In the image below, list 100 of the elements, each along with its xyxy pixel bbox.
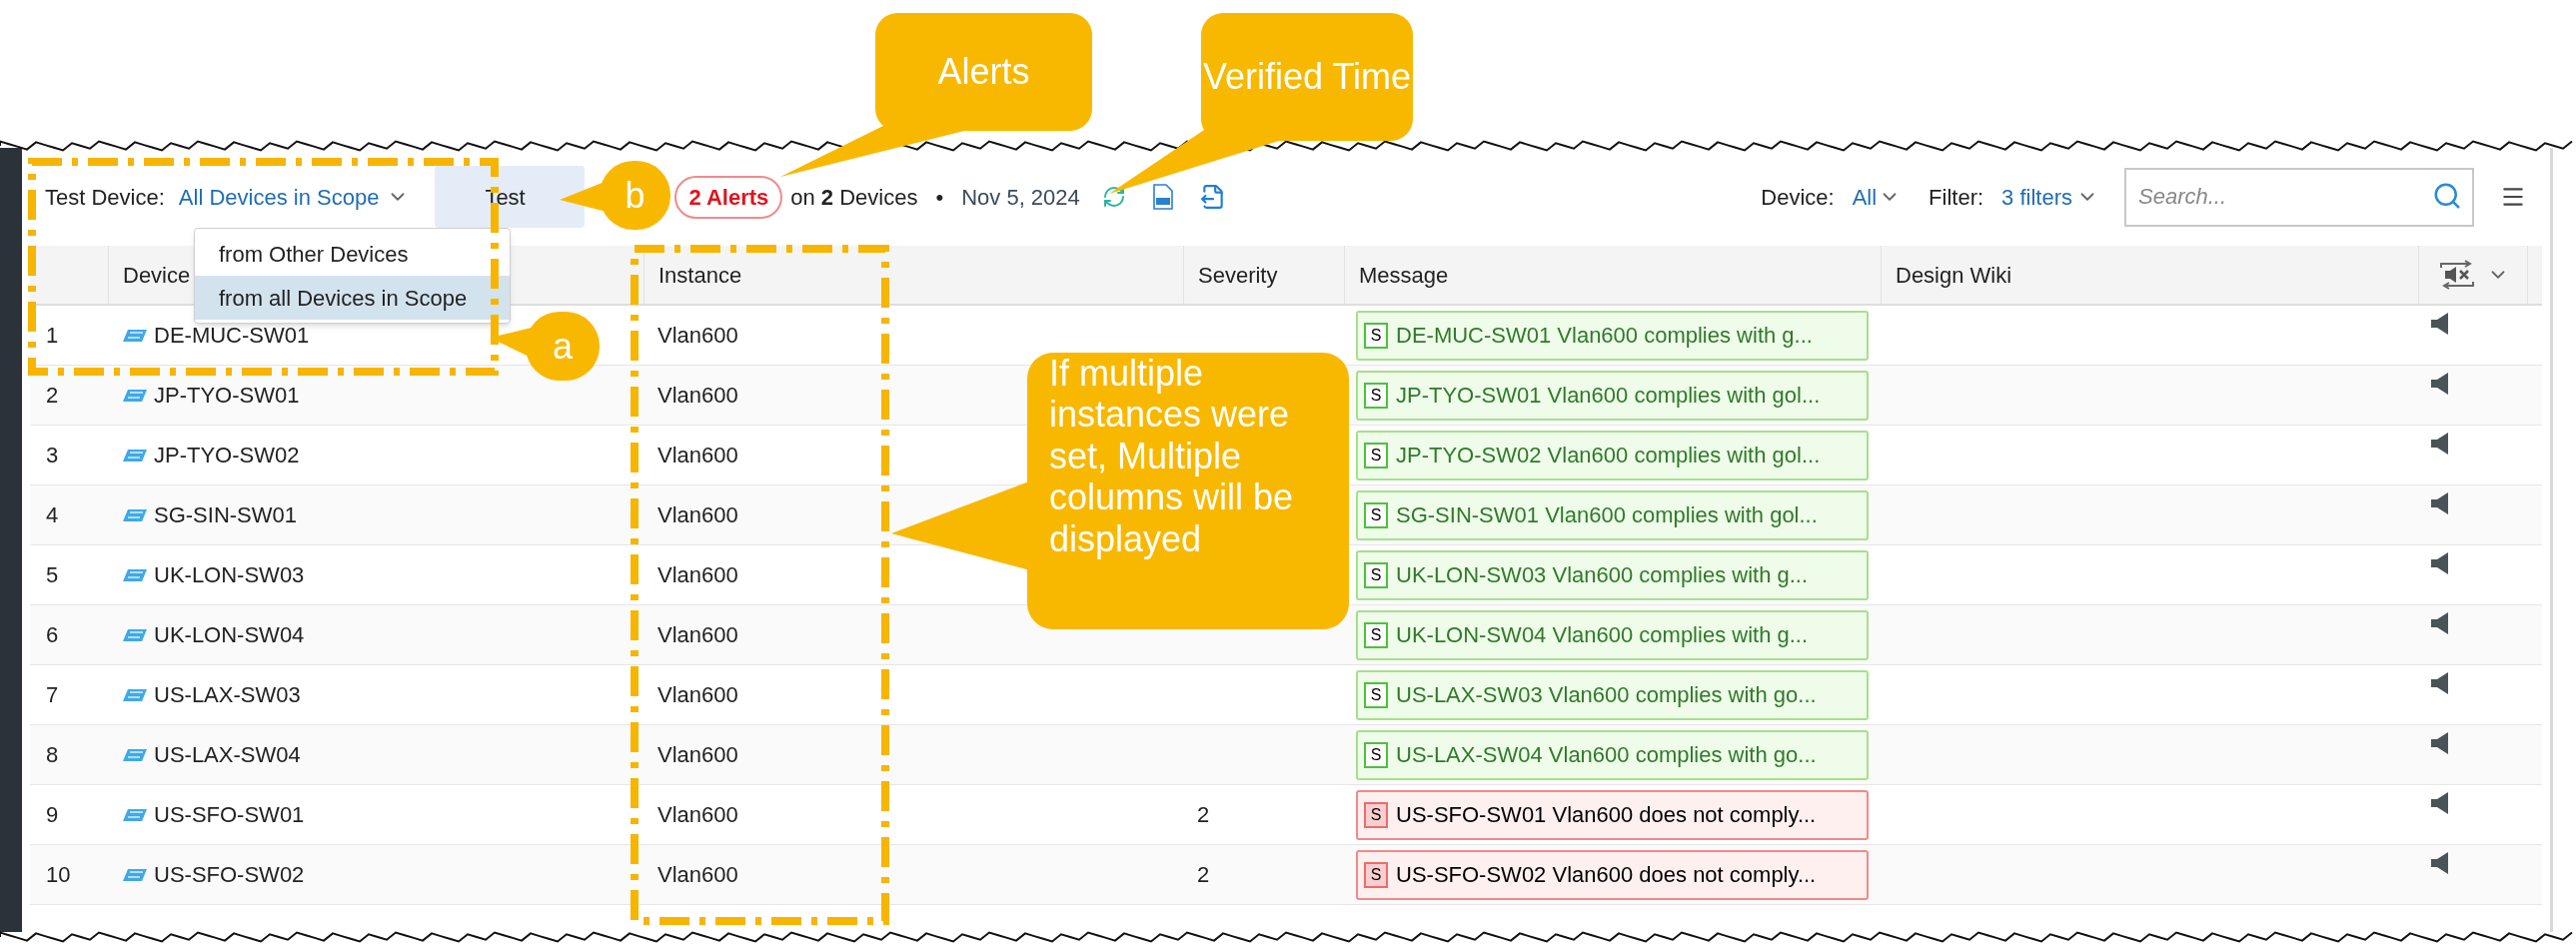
message-tag[interactable]: S JP-TYO-SW02 Vlan600 complies with gol... <box>1356 430 1869 480</box>
device-name[interactable]: UK-LON-SW03 <box>154 558 305 591</box>
speaker-icon[interactable] <box>2430 551 2450 575</box>
callout-text: b <box>625 174 645 217</box>
device-name[interactable]: UK-LON-SW04 <box>154 618 305 651</box>
column-header[interactable]: Instance <box>658 258 742 292</box>
column-header[interactable]: Design Wiki <box>1896 258 2012 292</box>
callout-text: If multiple instances were set, Multiple columns will be displayed <box>1049 353 1295 559</box>
row-number: 4 <box>46 501 59 529</box>
speaker-icon[interactable] <box>2430 312 2450 336</box>
switch-icon <box>122 747 148 762</box>
callout-text: Alerts <box>937 51 1030 93</box>
status-badge: S <box>1364 501 1388 528</box>
log-file-icon[interactable] <box>1151 184 1174 210</box>
message-text: DE-MUC-SW01 Vlan600 complies with g... <box>1396 322 1813 350</box>
speaker-icon[interactable] <box>2430 731 2450 755</box>
message-tag[interactable]: S UK-LON-SW04 Vlan600 complies with g... <box>1356 609 1869 660</box>
row-number: 10 <box>46 861 71 889</box>
message-text: US-SFO-SW01 Vlan600 does not comply... <box>1396 801 1817 829</box>
device-name[interactable]: SG-SIN-SW01 <box>154 498 298 531</box>
switch-icon <box>122 388 148 403</box>
column-header[interactable]: Severity <box>1198 258 1278 292</box>
instance-cell-text: Vlan600 <box>657 621 738 649</box>
severity-cell-text: 2 <box>1197 861 1210 889</box>
device-name[interactable]: US-SFO-SW01 <box>154 798 305 831</box>
filter-label: Filter: <box>1929 183 1984 212</box>
message-text: US-LAX-SW03 Vlan600 complies with go... <box>1396 681 1817 709</box>
message-tag[interactable]: S UK-LON-SW03 Vlan600 complies with g... <box>1356 549 1869 600</box>
message-text: US-LAX-SW04 Vlan600 complies with go... <box>1396 741 1817 769</box>
status-badge: S <box>1364 561 1388 588</box>
test-device-label: Test Device: <box>45 183 165 212</box>
message-text: UK-LON-SW04 Vlan600 complies with g... <box>1396 621 1809 649</box>
device-name[interactable]: JP-TYO-SW01 <box>154 379 300 412</box>
speaker-icon[interactable] <box>2430 791 2450 815</box>
instance-cell-text: Vlan600 <box>657 442 738 470</box>
switch-icon <box>122 328 148 343</box>
row-number: 6 <box>46 621 59 649</box>
status-badge: S <box>1364 681 1388 708</box>
instance-cell-text: Vlan600 <box>657 501 738 529</box>
speaker-icon[interactable] <box>2430 491 2450 515</box>
message-tag[interactable]: S US-LAX-SW04 Vlan600 complies with go... <box>1356 729 1869 780</box>
switch-icon <box>122 687 148 702</box>
instance-cell-text: Vlan600 <box>657 801 738 829</box>
device-filter-label: Device: <box>1761 183 1835 212</box>
column-header[interactable]: Device <box>123 258 191 292</box>
instance-cell-text: Vlan600 <box>657 322 738 350</box>
instance-cell-text: Vlan600 <box>657 561 738 589</box>
callout-text: Verified Time <box>1202 56 1412 98</box>
speaker-icon[interactable] <box>2430 851 2450 875</box>
switch-icon <box>122 567 148 582</box>
message-tag[interactable]: S SG-SIN-SW01 Vlan600 complies with gol... <box>1356 489 1869 540</box>
alerts-badge[interactable]: 2 Alerts <box>674 175 783 219</box>
device-name[interactable]: JP-TYO-SW02 <box>154 439 300 472</box>
alerts-summary: on 2 Devices <box>790 183 918 212</box>
status-badge: S <box>1364 801 1388 828</box>
row-number: 3 <box>46 442 59 470</box>
message-tag[interactable]: S US-SFO-SW02 Vlan600 does not comply... <box>1356 849 1869 900</box>
instance-cell-text: Vlan600 <box>657 741 738 769</box>
switch-icon <box>122 448 148 463</box>
status-badge: S <box>1364 861 1388 888</box>
speaker-icon[interactable] <box>2430 611 2450 635</box>
separator-dot: • <box>935 183 944 212</box>
search-field[interactable]: Search... <box>2124 167 2474 227</box>
status-badge: S <box>1364 442 1388 469</box>
switch-icon <box>122 867 148 882</box>
status-badge: S <box>1364 322 1388 349</box>
menu-item[interactable]: from all Devices in Scope <box>195 276 510 320</box>
device-name[interactable]: US-SFO-SW02 <box>154 858 305 891</box>
device-filter-dropdown[interactable]: All <box>1852 180 1902 214</box>
export-icon[interactable] <box>1199 184 1226 210</box>
mute-toggle-icon[interactable] <box>2437 260 2477 290</box>
message-tag[interactable]: S US-SFO-SW01 Vlan600 does not comply... <box>1356 789 1869 840</box>
switch-icon <box>122 507 148 522</box>
speaker-icon[interactable] <box>2430 671 2450 695</box>
switch-icon <box>122 627 148 642</box>
device-name[interactable]: US-LAX-SW04 <box>154 738 301 771</box>
instance-cell-text: Vlan600 <box>657 681 738 709</box>
menu-item[interactable]: from Other Devices <box>195 232 510 276</box>
speaker-icon[interactable] <box>2430 432 2450 456</box>
device-name[interactable]: US-LAX-SW03 <box>154 678 301 711</box>
column-header[interactable]: Message <box>1359 258 1449 292</box>
switch-icon <box>122 807 148 822</box>
callout-text: a <box>553 325 573 368</box>
message-text: US-SFO-SW02 Vlan600 does not comply... <box>1396 861 1817 889</box>
row-number: 8 <box>46 741 59 769</box>
filter-dropdown[interactable]: 3 filters <box>2001 180 2098 214</box>
instance-cell-text: Vlan600 <box>657 382 738 410</box>
message-tag[interactable]: S JP-TYO-SW01 Vlan600 complies with gol... <box>1356 370 1869 421</box>
scope-dropdown[interactable]: All Devices in Scope <box>178 180 410 214</box>
message-tag[interactable]: S US-LAX-SW03 Vlan600 complies with go... <box>1356 669 1869 720</box>
status-badge: S <box>1364 741 1388 768</box>
message-text: JP-TYO-SW01 Vlan600 complies with gol... <box>1396 382 1821 410</box>
row-number: 9 <box>46 801 59 829</box>
speaker-icon[interactable] <box>2430 372 2450 396</box>
row-number: 2 <box>46 382 59 410</box>
message-tag[interactable]: S DE-MUC-SW01 Vlan600 complies with g... <box>1356 310 1869 361</box>
verified-time: Nov 5, 2024 <box>961 183 1080 212</box>
message-text: JP-TYO-SW02 Vlan600 complies with gol... <box>1396 442 1821 470</box>
status-badge: S <box>1364 621 1388 648</box>
row-number: 5 <box>46 561 59 589</box>
